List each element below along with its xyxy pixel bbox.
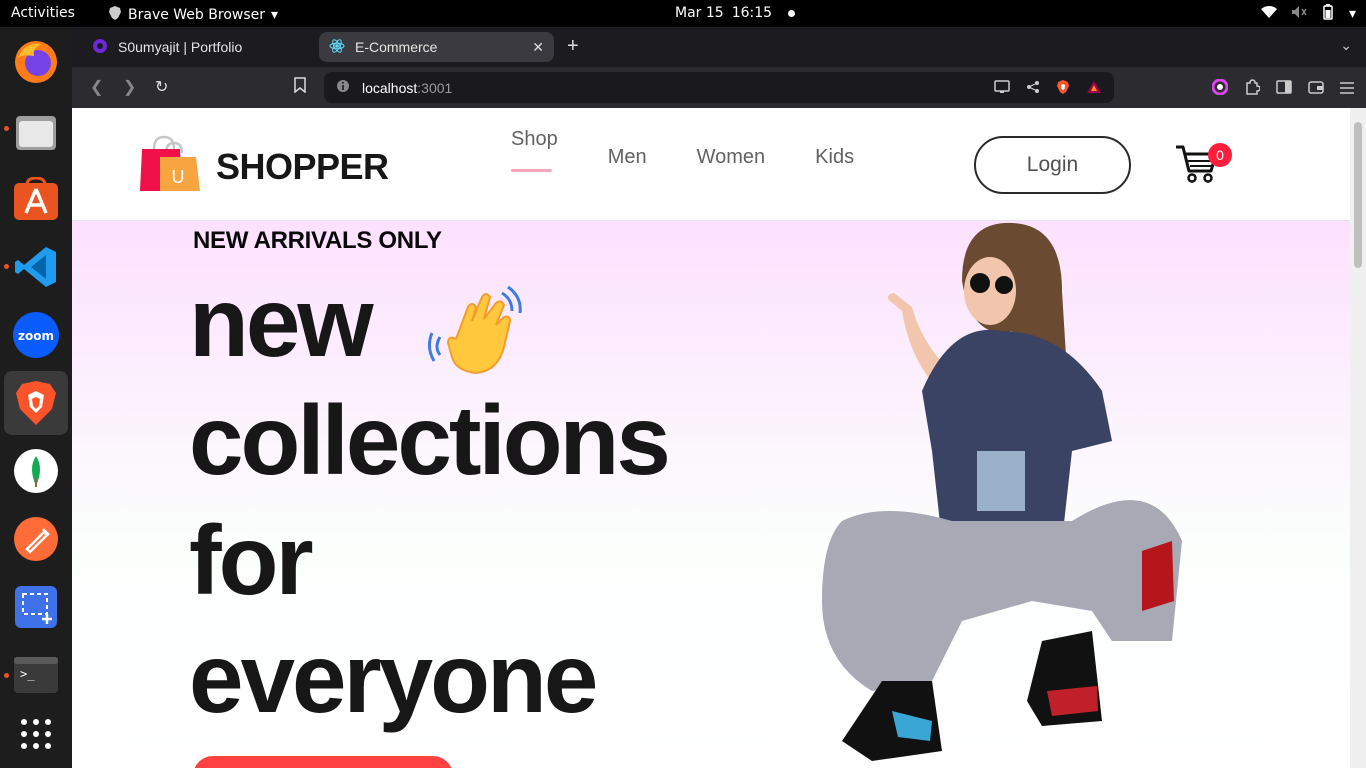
extension-colorpicker-icon[interactable] bbox=[1211, 78, 1229, 100]
close-tab-icon[interactable]: ✕ bbox=[532, 39, 544, 56]
tab-strip: S0umyajit | Portfolio E-Commerce ✕ + ⌄ bbox=[72, 27, 1366, 67]
web-page: U SHOPPER Shop Men Women Kids Login 0 NE… bbox=[72, 108, 1366, 768]
firefox-icon[interactable] bbox=[12, 38, 60, 86]
logo-letter: U bbox=[172, 167, 185, 187]
menu-item-label: Men bbox=[607, 146, 647, 168]
tab-portfolio[interactable]: S0umyajit | Portfolio bbox=[82, 32, 317, 62]
page-scrollbar[interactable] bbox=[1350, 108, 1366, 768]
notification-dot bbox=[788, 9, 796, 17]
time-label: 16:15 bbox=[731, 5, 773, 21]
login-button[interactable]: Login bbox=[974, 136, 1131, 194]
clock[interactable]: Mar 15 16:15 bbox=[675, 5, 796, 21]
running-indicator bbox=[4, 264, 9, 269]
waving-hand-icon bbox=[426, 281, 526, 386]
menu-item-shop[interactable]: Shop bbox=[511, 128, 558, 172]
app-center-icon[interactable] bbox=[12, 175, 60, 223]
cart-count-badge: 0 bbox=[1208, 143, 1232, 167]
menu-item-label: Women bbox=[696, 146, 766, 168]
new-tab-icon[interactable]: + bbox=[567, 35, 579, 58]
hero-line-3: for bbox=[189, 505, 314, 615]
activities-button[interactable]: Activities bbox=[11, 5, 75, 21]
menu-item-women[interactable]: Women bbox=[697, 146, 766, 169]
files-icon[interactable] bbox=[12, 108, 60, 156]
sidebar-toggle-icon[interactable] bbox=[1276, 80, 1292, 99]
url-port: :3001 bbox=[417, 79, 453, 96]
extensions-puzzle-icon[interactable] bbox=[1244, 79, 1261, 100]
dock: zoom >_ bbox=[0, 27, 72, 768]
zoom-icon[interactable]: zoom bbox=[12, 311, 60, 359]
tab-search-chevron-icon[interactable]: ⌄ bbox=[1340, 37, 1352, 54]
site-info-icon[interactable] bbox=[336, 79, 350, 96]
hamburger-menu-icon[interactable] bbox=[1340, 81, 1354, 99]
shopping-bag-icon: U bbox=[140, 135, 202, 198]
terminal-icon[interactable]: >_ bbox=[12, 651, 60, 699]
brave-rewards-icon[interactable] bbox=[1086, 80, 1102, 97]
hero-line-1: new bbox=[189, 267, 374, 377]
tab-ecommerce[interactable]: E-Commerce ✕ bbox=[319, 32, 554, 62]
mongodb-compass-icon[interactable] bbox=[12, 447, 60, 495]
hero-section: NEW ARRIVALS ONLY new collections for ev… bbox=[72, 221, 1350, 768]
wallet-icon[interactable] bbox=[1308, 80, 1324, 99]
share-icon[interactable] bbox=[1026, 80, 1040, 97]
date-label: Mar 15 bbox=[675, 5, 724, 21]
site-logo[interactable]: U SHOPPER bbox=[140, 135, 389, 198]
main-menu: Shop Men Women Kids bbox=[511, 128, 854, 172]
brand-name: SHOPPER bbox=[216, 145, 389, 187]
hero-model-image bbox=[812, 221, 1202, 768]
zoom-label: zoom bbox=[18, 329, 54, 343]
active-underline bbox=[511, 169, 552, 172]
caret-down-icon: ▾ bbox=[271, 7, 279, 23]
site-navbar: U SHOPPER Shop Men Women Kids Login 0 bbox=[72, 108, 1350, 221]
browser-toolbar: ❮ ❯ ↻ localhost:3001 bbox=[72, 67, 1366, 108]
forward-icon[interactable]: ❯ bbox=[123, 77, 136, 97]
running-indicator bbox=[4, 673, 9, 678]
postman-icon[interactable] bbox=[12, 515, 60, 563]
menu-item-men[interactable]: Men bbox=[608, 146, 647, 169]
react-favicon-icon bbox=[329, 38, 345, 57]
menu-item-kids[interactable]: Kids bbox=[815, 146, 854, 169]
system-tray[interactable]: ▾ bbox=[1260, 4, 1356, 24]
show-apps-icon[interactable] bbox=[12, 710, 60, 758]
brave-shields-icon[interactable] bbox=[1056, 79, 1070, 98]
portfolio-favicon-icon bbox=[92, 38, 108, 57]
wifi-icon bbox=[1260, 5, 1277, 23]
latest-collection-button[interactable] bbox=[193, 756, 453, 768]
url-host: localhost bbox=[362, 79, 418, 96]
battery-icon bbox=[1321, 4, 1335, 24]
vscode-icon[interactable] bbox=[12, 243, 60, 291]
menu-item-label: Kids bbox=[815, 146, 855, 168]
address-bar[interactable]: localhost:3001 bbox=[324, 72, 1114, 103]
menu-item-label: Shop bbox=[511, 128, 558, 150]
screenshot-icon[interactable] bbox=[12, 583, 60, 631]
hero-eyebrow: NEW ARRIVALS ONLY bbox=[193, 227, 442, 254]
tab-title: S0umyajit | Portfolio bbox=[118, 39, 243, 55]
hero-line-4: everyone bbox=[189, 623, 598, 733]
svg-text:>_: >_ bbox=[20, 667, 35, 681]
bookmark-icon[interactable] bbox=[294, 77, 306, 98]
power-menu-caret-icon: ▾ bbox=[1348, 6, 1356, 22]
tab-title: E-Commerce bbox=[355, 39, 438, 55]
hero-line-2: collections bbox=[189, 385, 671, 495]
running-indicator bbox=[4, 126, 9, 131]
app-menu[interactable]: Brave Web Browser ▾ bbox=[108, 5, 278, 25]
volume-icon bbox=[1291, 5, 1307, 23]
scrollbar-thumb[interactable] bbox=[1354, 122, 1362, 268]
cast-icon[interactable] bbox=[994, 80, 1010, 97]
brave-icon[interactable] bbox=[12, 379, 60, 427]
system-top-bar: Activities Brave Web Browser ▾ Mar 15 16… bbox=[0, 0, 1366, 27]
back-icon[interactable]: ❮ bbox=[90, 77, 103, 97]
app-menu-label: Brave Web Browser bbox=[128, 7, 265, 23]
address-bar-actions bbox=[994, 79, 1102, 98]
brave-small-icon bbox=[108, 5, 122, 25]
toolbar-actions bbox=[1211, 78, 1354, 100]
reload-icon[interactable]: ↻ bbox=[155, 77, 168, 97]
